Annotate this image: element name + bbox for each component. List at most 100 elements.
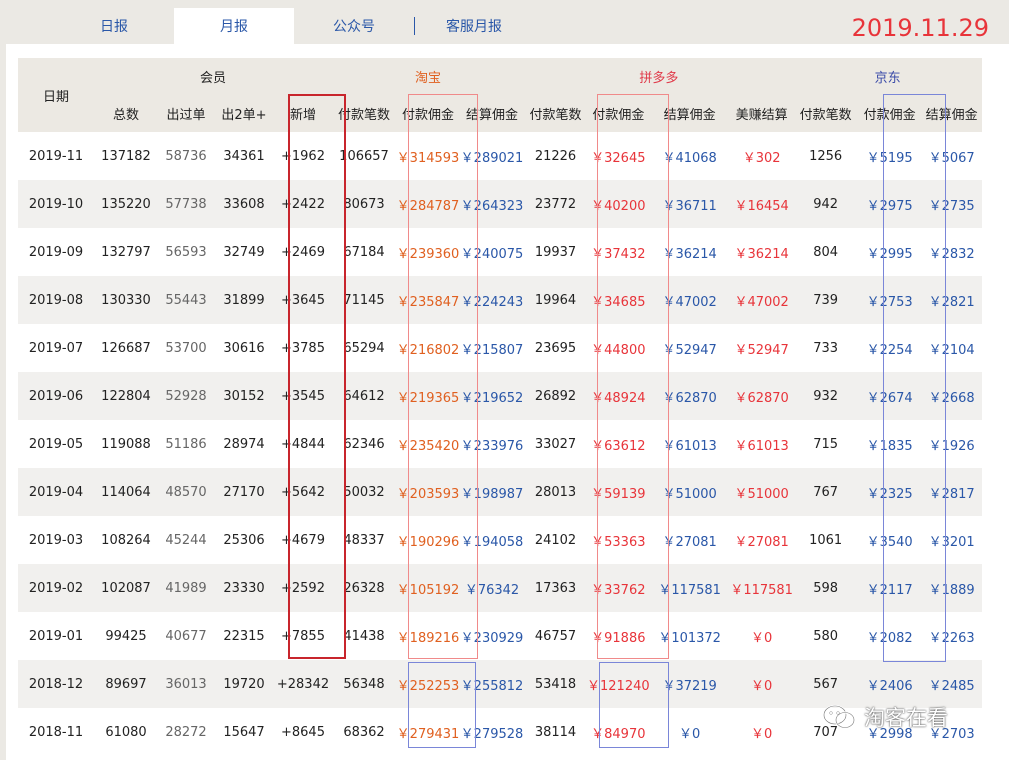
column-header: 出过单 bbox=[166, 108, 206, 123]
table-cell: 62346 bbox=[343, 436, 385, 452]
table-cell: 28013 bbox=[534, 484, 577, 500]
table-cell: ￥289021 bbox=[460, 150, 524, 166]
table-row: 2019-07 126687 53700 30616 +3785 65294 ￥216802… bbox=[18, 324, 982, 372]
table-cell: +3645 bbox=[281, 292, 325, 308]
tab-official-account[interactable]: 公众号 bbox=[294, 8, 414, 46]
table-cell: ￥2975 bbox=[866, 198, 913, 214]
row-date-cell: 2019-01 bbox=[28, 628, 84, 644]
table-cell: 23772 bbox=[534, 196, 577, 212]
table-cell: ￥2817 bbox=[928, 486, 975, 502]
table-cell: 580 bbox=[813, 628, 839, 644]
table-cell: 56593 bbox=[165, 244, 207, 260]
table-cell: 27170 bbox=[223, 484, 265, 500]
table-cell: ￥279431 bbox=[396, 726, 460, 742]
table-cell: ￥3540 bbox=[866, 534, 913, 550]
table-cell: 1256 bbox=[809, 148, 843, 164]
header-date: 日期 bbox=[42, 89, 69, 105]
table-cell: ￥33762 bbox=[591, 582, 646, 598]
column-header: 美赚结算 bbox=[735, 108, 788, 123]
monthly-report-table: 日期 会员 淘宝 拼多多 京东 总数 出过单 出2单+ 新增 付款笔数 付款佣金 结算佣金付… bbox=[18, 58, 982, 756]
table-cell: 41989 bbox=[165, 580, 207, 596]
table-cell: ￥279528 bbox=[460, 726, 524, 742]
table-cell: ￥34685 bbox=[591, 294, 646, 310]
table-cell: 36013 bbox=[165, 676, 207, 692]
table-cell: 942 bbox=[813, 196, 839, 212]
table-cell: 132797 bbox=[101, 244, 151, 260]
row-date-cell: 2019-08 bbox=[28, 292, 84, 308]
table-cell: ￥2674 bbox=[866, 390, 913, 406]
row-date-cell: 2019-02 bbox=[28, 580, 84, 596]
row-date-cell: 2019-05 bbox=[28, 436, 84, 452]
table-cell: 89697 bbox=[105, 676, 147, 692]
table-cell: +28342 bbox=[276, 676, 330, 692]
table-cell: 64612 bbox=[343, 388, 385, 404]
table-cell: 28974 bbox=[223, 436, 265, 452]
table-cell: 53700 bbox=[165, 340, 207, 356]
row-date-cell: 2018-11 bbox=[28, 724, 84, 740]
column-header: 结算佣金 bbox=[663, 108, 716, 123]
column-header: 出2单+ bbox=[221, 108, 267, 123]
table-cell: ￥1926 bbox=[928, 438, 975, 454]
table-cell: ￥40200 bbox=[591, 198, 646, 214]
column-header: 结算佣金 bbox=[465, 108, 518, 123]
table-cell: ￥2668 bbox=[928, 390, 975, 406]
table-cell: ￥5195 bbox=[866, 150, 913, 166]
table-cell: 71145 bbox=[343, 292, 385, 308]
table-cell: ￥240075 bbox=[460, 246, 524, 262]
table-cell: ￥2325 bbox=[866, 486, 913, 502]
table-cell: 126687 bbox=[101, 340, 151, 356]
table-cell: ￥101372 bbox=[658, 630, 721, 646]
table-cell: ￥47002 bbox=[662, 294, 717, 310]
table-cell: ￥2117 bbox=[866, 582, 913, 598]
table-cell: 33027 bbox=[534, 436, 577, 452]
table-cell: +5642 bbox=[281, 484, 325, 500]
column-header: 付款佣金 bbox=[863, 108, 916, 123]
table-cell: ￥62870 bbox=[662, 390, 717, 406]
table-cell: 739 bbox=[813, 292, 839, 308]
table-row: 2019-06 122804 52928 30152 +3545 64612 ￥219365… bbox=[18, 372, 982, 420]
table-cell: +2469 bbox=[281, 244, 325, 260]
table-cell: ￥61013 bbox=[734, 438, 789, 454]
table-cell: ￥0 bbox=[751, 630, 773, 646]
table-cell: ￥36711 bbox=[662, 198, 717, 214]
table-cell: ￥27081 bbox=[734, 534, 789, 550]
table-cell: ￥51000 bbox=[662, 486, 717, 502]
table-cell: 50032 bbox=[343, 484, 385, 500]
table-cell: 80673 bbox=[343, 196, 385, 212]
table-row: 2019-02 102087 41989 23330 +2592 26328 ￥105192… bbox=[18, 564, 982, 612]
table-cell: ￥44800 bbox=[591, 342, 646, 358]
table-cell: ￥117581 bbox=[658, 582, 721, 598]
table-cell: ￥52947 bbox=[662, 342, 717, 358]
table-cell: 130330 bbox=[101, 292, 151, 308]
table-cell: 33608 bbox=[223, 196, 265, 212]
table-cell: ￥0 bbox=[751, 726, 773, 742]
table-cell: 932 bbox=[813, 388, 839, 404]
column-header: 付款笔数 bbox=[529, 108, 582, 123]
table-cell: ￥51000 bbox=[734, 486, 789, 502]
table-cell: ￥239360 bbox=[396, 246, 460, 262]
tab-daily[interactable]: 日报 bbox=[54, 8, 174, 46]
tab-service-monthly[interactable]: 客服月报 bbox=[414, 8, 534, 46]
table-cell: ￥219365 bbox=[396, 390, 460, 406]
table-cell: ￥2995 bbox=[866, 246, 913, 262]
table-cell: ￥235847 bbox=[396, 294, 460, 310]
table-cell: ￥302 bbox=[742, 150, 781, 166]
table-cell: 34361 bbox=[223, 148, 265, 164]
table-cell: +4679 bbox=[281, 532, 325, 548]
row-date-cell: 2018-12 bbox=[28, 676, 84, 692]
table-cell: 767 bbox=[813, 484, 839, 500]
table-cell: +2422 bbox=[281, 196, 325, 212]
table-cell: ￥2735 bbox=[928, 198, 975, 214]
column-header: 付款笔数 bbox=[799, 108, 852, 123]
row-date-cell: 2019-03 bbox=[28, 532, 84, 548]
table-row: 2019-10 135220 57738 33608 +2422 80673 ￥284787… bbox=[18, 180, 982, 228]
table-cell: 715 bbox=[813, 436, 839, 452]
table-cell: 65294 bbox=[343, 340, 385, 356]
table-cell: 40677 bbox=[165, 628, 207, 644]
column-header: 付款笔数 bbox=[337, 108, 390, 123]
table-cell: 733 bbox=[813, 340, 839, 356]
header-group-pdd: 拼多多 bbox=[639, 71, 679, 86]
tab-monthly[interactable]: 月报 bbox=[174, 8, 294, 46]
column-header: 付款佣金 bbox=[401, 108, 454, 123]
table-cell: ￥198987 bbox=[460, 486, 524, 502]
